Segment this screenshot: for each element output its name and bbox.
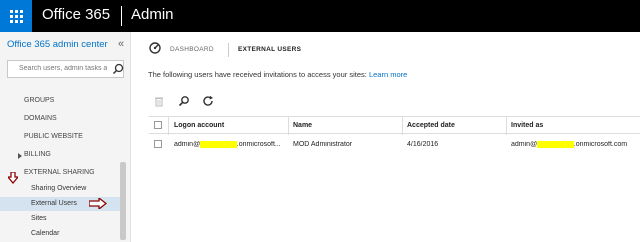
column-divider	[506, 117, 507, 135]
annotation-right-arrow-icon	[89, 198, 107, 209]
column-header-invited-as[interactable]: Invited as	[511, 122, 543, 129]
sidebar-subitem-sharing-overview[interactable]: Sharing Overview	[31, 185, 86, 192]
sidebar-item-external-sharing[interactable]: EXTERNAL SHARING	[24, 169, 95, 176]
admin-center-title[interactable]: Office 365 admin center	[7, 39, 108, 50]
sidebar-subitem-calendar[interactable]: Calendar	[31, 230, 59, 237]
cell-invited-as: admin@M365x0003.onmicrosoft.com	[511, 141, 639, 148]
cell-logon-account: admin@M365x0003.onmicrosoft...	[174, 141, 286, 148]
expand-arrow-icon[interactable]	[18, 153, 22, 159]
trash-icon[interactable]	[153, 95, 165, 107]
cell-accepted-date: 4/16/2016	[407, 141, 439, 148]
table-header: Logon account Name Accepted date Invited…	[149, 116, 640, 135]
sidebar: Office 365 admin center « Search users, …	[0, 32, 131, 242]
search-icon[interactable]	[112, 63, 124, 75]
column-divider	[168, 117, 169, 135]
logon-suffix: .onmicrosoft...	[236, 141, 281, 148]
sidebar-scrollbar[interactable]	[120, 162, 126, 240]
app-name-label[interactable]: Admin	[131, 6, 174, 23]
cell-name: MOD Administrator	[293, 141, 353, 148]
page-title: EXTERNAL USERS	[238, 46, 302, 53]
app-launcher-icon[interactable]	[0, 0, 32, 32]
topbar-divider	[121, 6, 122, 26]
dashboard-icon[interactable]	[149, 42, 161, 54]
info-message: The following users have received invita…	[148, 70, 369, 79]
info-text: The following users have received invita…	[148, 70, 407, 79]
logon-prefix: admin@	[174, 141, 201, 148]
select-all-checkbox[interactable]	[154, 121, 162, 129]
column-header-accepted-date[interactable]: Accepted date	[407, 122, 455, 129]
refresh-icon[interactable]	[202, 95, 214, 107]
column-divider	[288, 117, 289, 135]
column-header-logon-account[interactable]: Logon account	[174, 122, 224, 129]
column-header-name[interactable]: Name	[293, 122, 312, 129]
invited-prefix: admin@	[511, 141, 538, 148]
brand-label[interactable]: Office 365	[42, 6, 110, 23]
search-box[interactable]: Search users, admin tasks an	[7, 60, 124, 78]
sidebar-subitem-external-users[interactable]: External Users	[31, 200, 77, 207]
search-input[interactable]: Search users, admin tasks an	[19, 65, 107, 72]
search-icon[interactable]	[178, 95, 190, 107]
sidebar-subitem-sites[interactable]: Sites	[31, 215, 47, 222]
sidebar-item-public-website[interactable]: PUBLIC WEBSITE	[24, 133, 83, 140]
breadcrumb-dashboard[interactable]: DASHBOARD	[170, 46, 214, 53]
column-divider	[402, 117, 403, 135]
invited-suffix: .onmicrosoft.com	[573, 141, 628, 148]
table-row[interactable]: admin@M365x0003.onmicrosoft... MOD Admin…	[149, 136, 640, 154]
collapse-sidebar-button[interactable]: «	[118, 38, 124, 50]
main-content: DASHBOARD EXTERNAL USERS The following u…	[132, 32, 640, 242]
annotation-down-arrow-icon	[8, 172, 18, 184]
row-checkbox[interactable]	[154, 140, 162, 148]
breadcrumb-divider	[228, 43, 229, 57]
redacted-text: M365x0003	[537, 141, 574, 148]
sidebar-item-billing[interactable]: BILLING	[24, 151, 51, 158]
sidebar-item-domains[interactable]: DOMAINS	[24, 115, 57, 122]
sidebar-item-groups[interactable]: GROUPS	[24, 97, 54, 104]
top-bar: Office 365 Admin	[0, 0, 640, 32]
learn-more-link[interactable]: Learn more	[369, 70, 407, 79]
redacted-text: M365x0003	[200, 141, 237, 148]
